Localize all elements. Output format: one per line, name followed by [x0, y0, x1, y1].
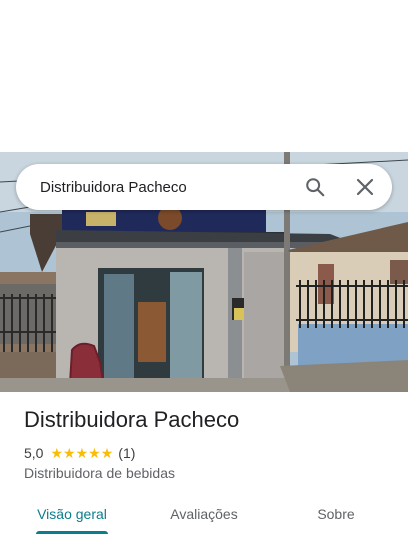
tab-overview[interactable]: Visão geral	[20, 494, 124, 534]
star-icon: ★	[50, 445, 64, 461]
star-icon: ★	[75, 445, 89, 461]
map-area-blank	[0, 0, 408, 152]
rating-value: 5,0	[24, 445, 44, 461]
star-icon: ★	[63, 445, 76, 461]
tab-reviews[interactable]: Avaliações	[152, 494, 256, 534]
rating-row[interactable]: 5,0 ★ ★ ★ ★ ★ (1)	[24, 444, 135, 462]
close-icon[interactable]	[351, 173, 379, 201]
tab-about[interactable]: Sobre	[284, 494, 388, 534]
star-icon: ★	[88, 445, 101, 461]
review-count[interactable]: (1)	[118, 445, 135, 461]
search-icon[interactable]	[301, 173, 329, 201]
search-input[interactable]: Distribuidora Pacheco	[16, 179, 301, 196]
star-icon: ★	[100, 445, 114, 461]
search-bar[interactable]: Distribuidora Pacheco	[16, 164, 392, 210]
place-category[interactable]: Distribuidora de bebidas	[24, 465, 175, 481]
active-tab-indicator	[36, 531, 108, 534]
rating-stars: ★ ★ ★ ★ ★	[50, 446, 113, 460]
place-tabs: Visão geral Avaliações Sobre	[0, 494, 408, 538]
place-title: Distribuidora Pacheco	[24, 407, 240, 432]
